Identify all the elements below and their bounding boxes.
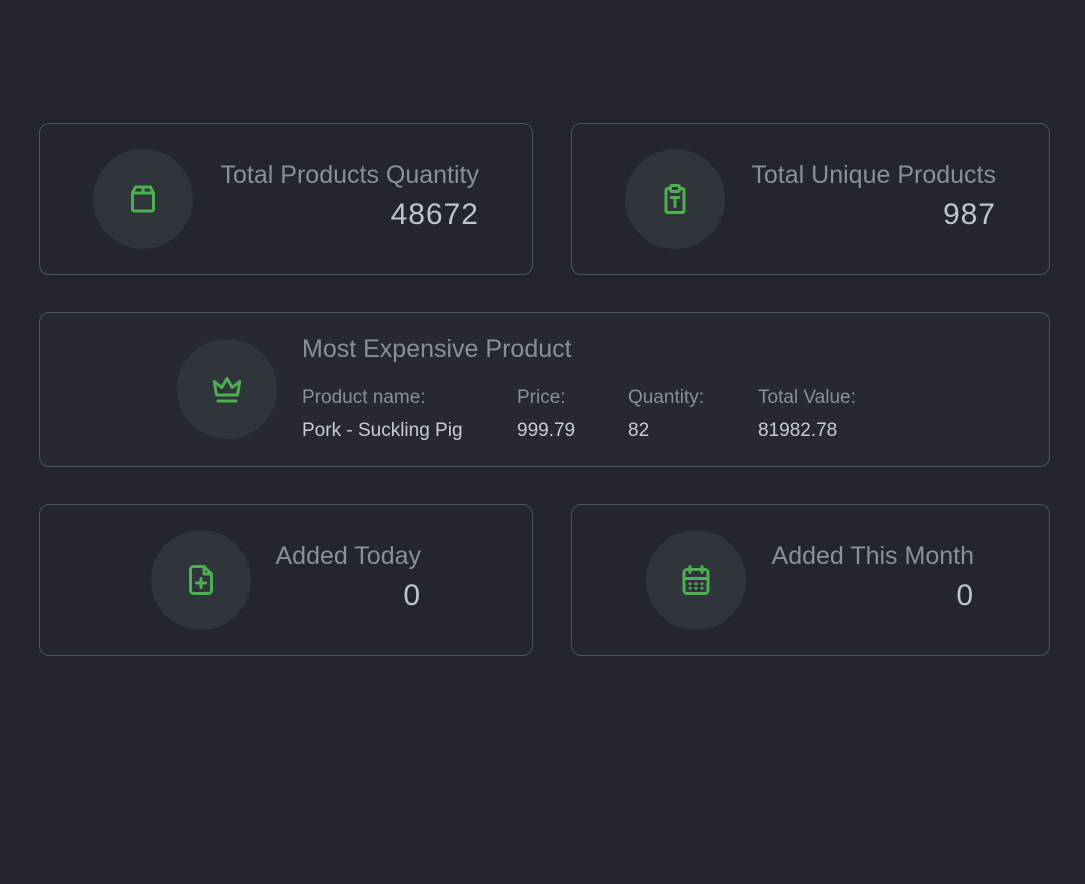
added-this-month-card: Added This Month 0	[571, 504, 1050, 656]
stat-value: 0	[403, 579, 421, 612]
box-icon	[93, 149, 193, 249]
quantity-value: 82	[628, 420, 650, 441]
total-products-quantity-card: Total Products Quantity 48672	[39, 123, 533, 275]
added-today-stat: Added Today 0	[276, 541, 422, 613]
stat-label: Total Products Quantity	[220, 161, 479, 189]
stat-label: Total Unique Products	[751, 161, 996, 189]
calendar-icon	[646, 530, 746, 630]
added-this-month-stat: Added This Month 0	[772, 541, 974, 613]
product-name-value: Pork - Suckling Pig	[302, 420, 463, 441]
price-value: 999.79	[517, 420, 576, 441]
quantity-column: Quantity: 82	[628, 387, 704, 442]
product-name-label: Product name:	[302, 387, 426, 408]
most-expensive-product-card: Most Expensive Product Product name: Por…	[39, 312, 1050, 467]
stat-label: Added Today	[275, 542, 422, 570]
total-value-label: Total Value:	[758, 387, 856, 408]
stat-value: 48672	[390, 198, 479, 231]
total-value-value: 81982.78	[758, 420, 838, 441]
stat-label: Added This Month	[771, 542, 974, 570]
stat-value: 987	[942, 198, 996, 231]
most-expensive-title: Most Expensive Product	[302, 335, 572, 363]
quantity-label: Quantity:	[628, 387, 705, 408]
crown-icon	[177, 339, 277, 439]
stat-value: 0	[956, 579, 974, 612]
file-plus-icon	[151, 530, 251, 630]
product-name-column: Product name: Pork - Suckling Pig	[302, 387, 463, 442]
price-label: Price:	[517, 387, 566, 408]
price-column: Price: 999.79	[517, 387, 575, 442]
clipboard-text-icon	[625, 149, 725, 249]
total-unique-products-stat: Total Unique Products 987	[751, 160, 996, 232]
added-today-card: Added Today 0	[39, 504, 533, 656]
total-products-quantity-stat: Total Products Quantity 48672	[221, 160, 479, 232]
total-unique-products-card: Total Unique Products 987	[571, 123, 1050, 275]
total-value-column: Total Value: 81982.78	[758, 387, 856, 442]
